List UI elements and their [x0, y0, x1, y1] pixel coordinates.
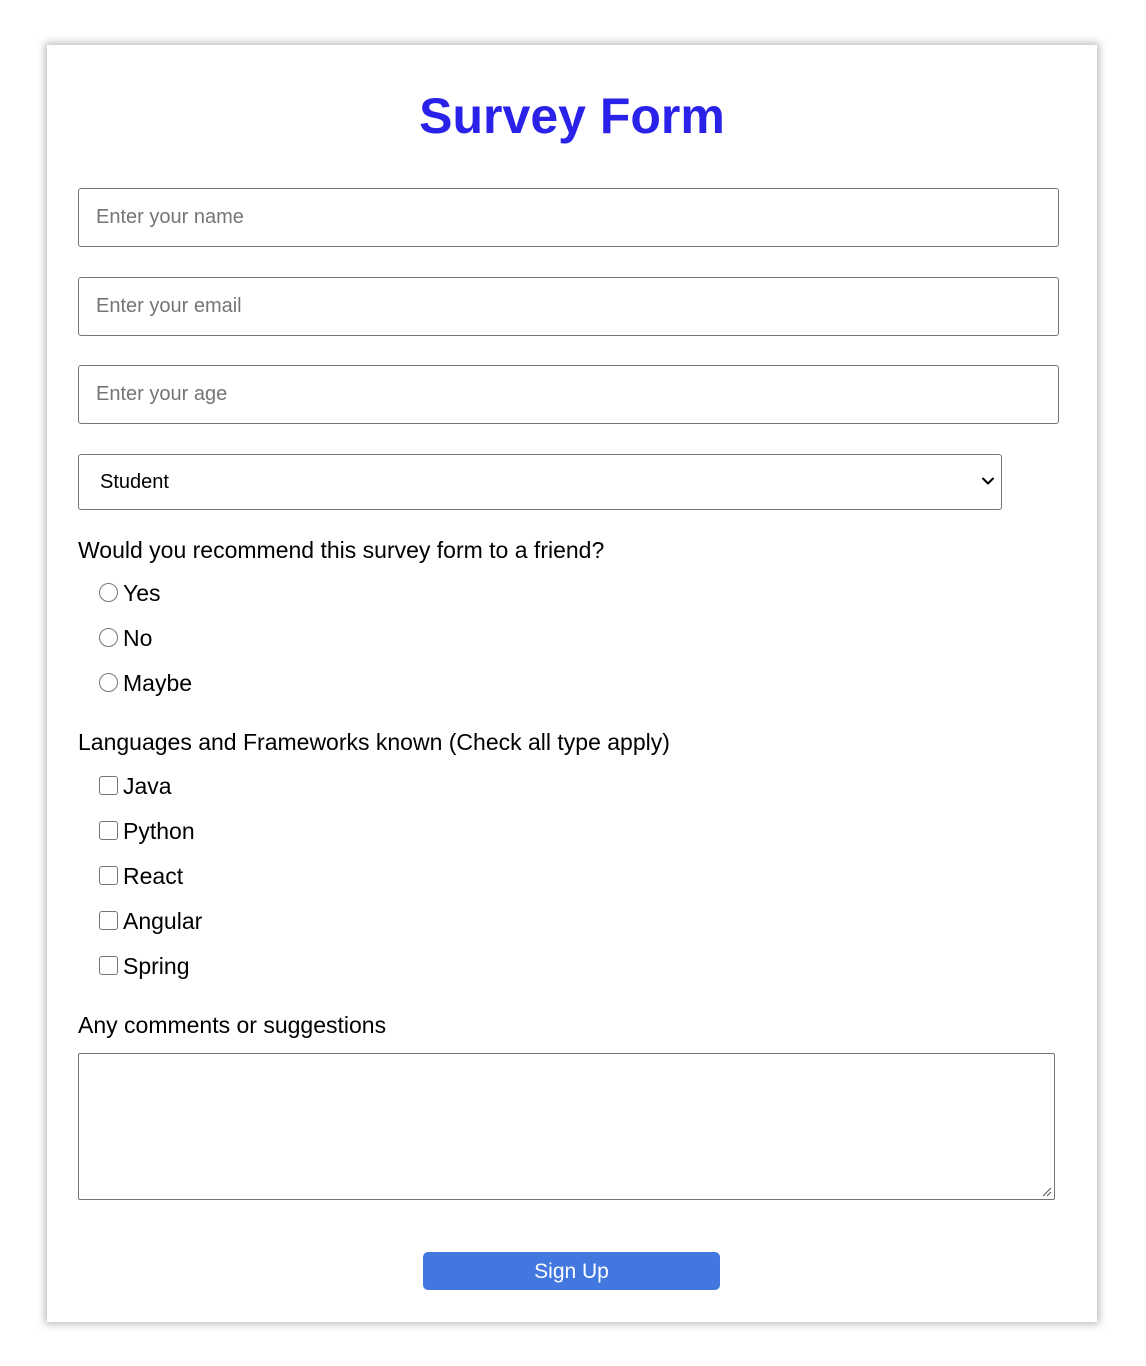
sign-up-button[interactable]: Sign Up	[423, 1252, 720, 1290]
radio-button[interactable]	[99, 673, 118, 692]
comments-textarea[interactable]	[78, 1053, 1055, 1200]
radio-button[interactable]	[99, 583, 118, 602]
resize-handle-icon[interactable]	[1040, 1185, 1052, 1197]
option-label: Yes	[123, 580, 161, 606]
name-input[interactable]	[78, 188, 1059, 247]
languages-question: Languages and Frameworks known (Check al…	[78, 729, 670, 755]
option-label: Python	[123, 818, 195, 844]
checkbox[interactable]	[99, 821, 118, 840]
chevron-down-icon	[982, 477, 994, 485]
option-label: Maybe	[123, 670, 193, 696]
option-label: Java	[123, 773, 172, 799]
option-label: Angular	[123, 908, 203, 934]
option-label: Spring	[123, 953, 190, 979]
recommend-question: Would you recommend this survey form to …	[78, 537, 605, 563]
checkbox[interactable]	[99, 911, 118, 930]
radio-button[interactable]	[99, 628, 118, 647]
form-title: Survey Form	[419, 88, 725, 144]
email-input[interactable]	[78, 277, 1059, 336]
comments-label: Any comments or suggestions	[78, 1012, 387, 1038]
checkbox[interactable]	[99, 956, 118, 975]
option-label: No	[123, 625, 153, 651]
checkbox[interactable]	[99, 776, 118, 795]
role-select[interactable]: Student	[78, 454, 1002, 510]
option-label: React	[123, 863, 184, 889]
survey-form-card: Survey Form Student Would you recommend …	[47, 45, 1097, 1322]
role-select-value: Student	[100, 471, 169, 493]
age-input[interactable]	[78, 365, 1059, 424]
checkbox[interactable]	[99, 866, 118, 885]
